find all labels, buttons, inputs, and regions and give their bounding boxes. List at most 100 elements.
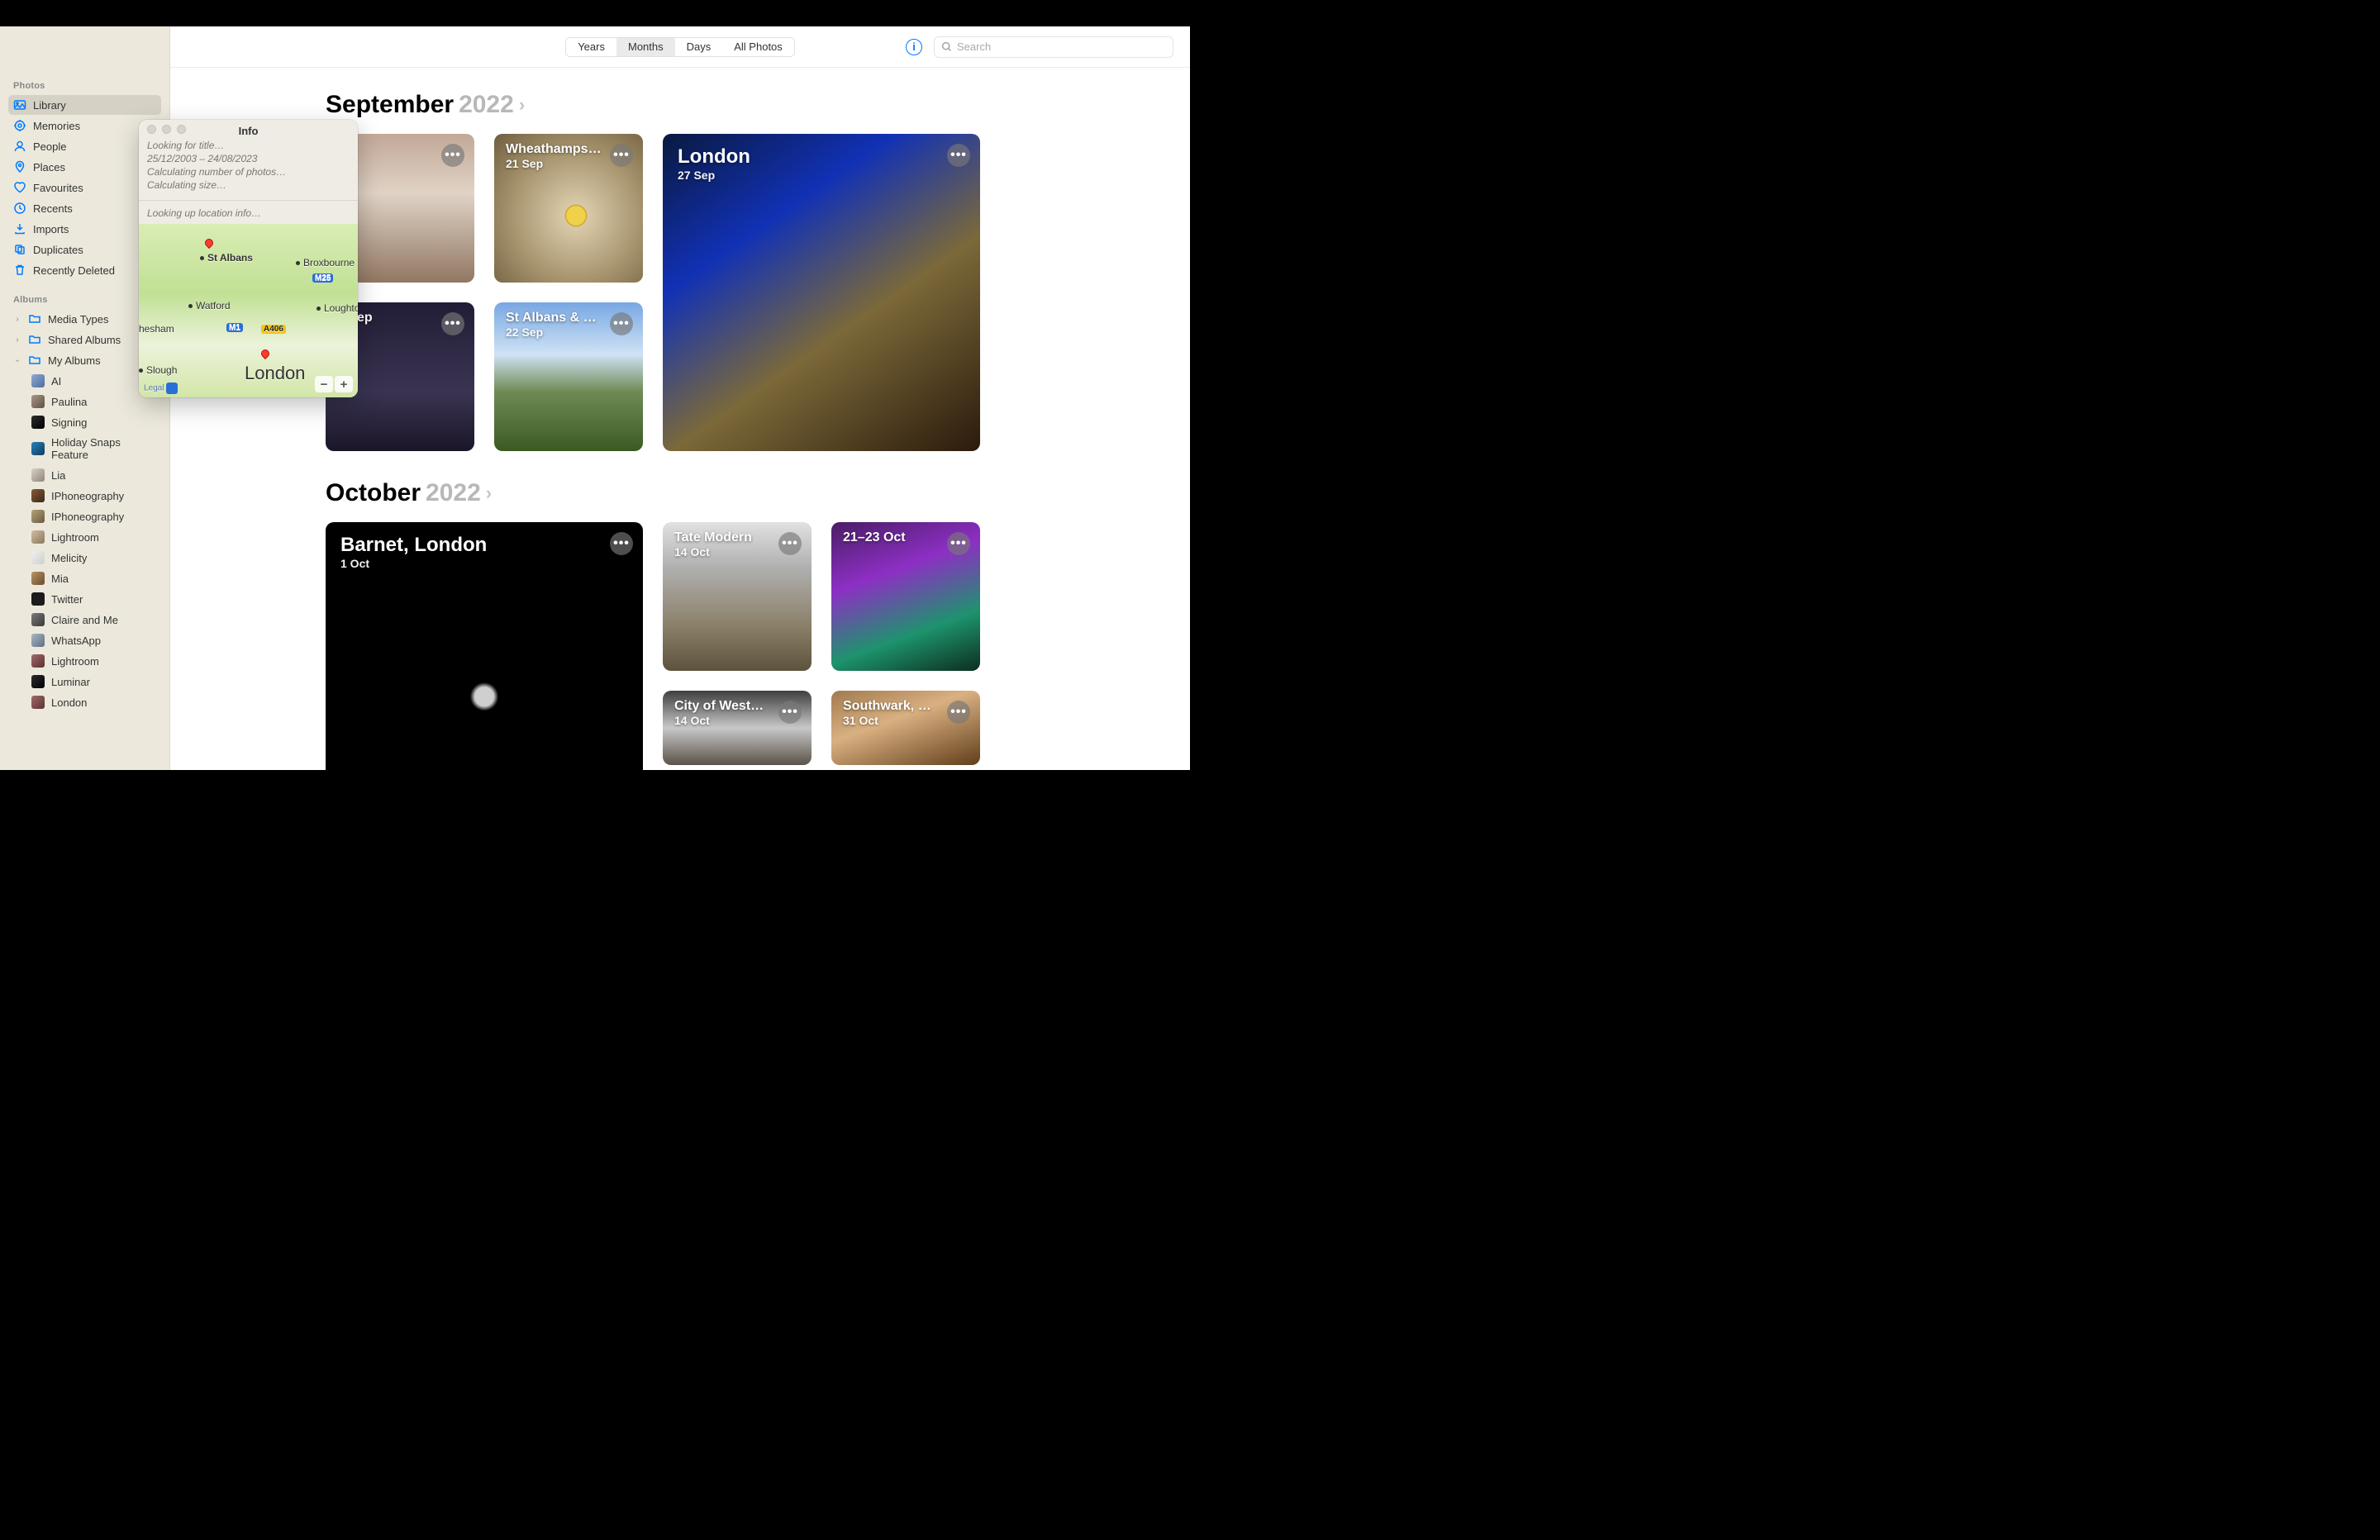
toolbar: Years Months Days All Photos i Search — [170, 26, 1190, 68]
album-thumb — [31, 530, 45, 544]
sidebar-album-item[interactable]: Lightroom — [26, 527, 161, 547]
map-legal[interactable]: Legal — [144, 383, 180, 394]
sidebar-item-label: WhatsApp — [51, 635, 101, 647]
photo-card[interactable]: Southwark, Lo…31 Oct ••• — [831, 691, 980, 765]
month-year: 2022 — [426, 479, 481, 507]
road-shield: A406 — [261, 325, 286, 334]
sidebar-item-label: Library — [33, 99, 66, 112]
sidebar-item-label: AI — [51, 375, 61, 387]
photo-card[interactable]: St Albans & St…22 Sep ••• — [494, 302, 643, 451]
sidebar-album-item[interactable]: WhatsApp — [26, 630, 161, 650]
info-panel[interactable]: Info Looking for title… 25/12/2003 – 24/… — [139, 120, 358, 397]
road-shield: M25 — [312, 273, 333, 283]
map-zoom-out[interactable]: − — [315, 376, 333, 392]
more-button[interactable]: ••• — [610, 532, 633, 555]
info-line: Calculating number of photos… — [147, 165, 350, 178]
view-segmented-control: Years Months Days All Photos — [565, 37, 795, 57]
sidebar-album-item[interactable]: Holiday Snaps Feature — [26, 433, 161, 464]
sidebar-item-label: Recents — [33, 202, 73, 215]
photo-card[interactable]: London27 Sep ••• — [663, 134, 980, 451]
transit-icon — [166, 383, 178, 394]
photo-card[interactable]: Wheathampst…21 Sep ••• — [494, 134, 643, 283]
more-button[interactable]: ••• — [947, 701, 970, 724]
more-button[interactable]: ••• — [947, 532, 970, 555]
tab-days[interactable]: Days — [675, 38, 723, 56]
photo-card[interactable]: Barnet, London1 Oct ••• — [326, 522, 643, 770]
map-label: Slough — [139, 364, 177, 376]
album-thumb — [31, 613, 45, 626]
month-header-september[interactable]: September 2022 › — [326, 91, 1165, 119]
sidebar-album-item[interactable]: Claire and Me — [26, 610, 161, 630]
month-header-october[interactable]: October 2022 › — [326, 479, 1165, 507]
sidebar-item-label: IPhoneography — [51, 490, 124, 502]
album-thumb — [31, 592, 45, 606]
info-line: Calculating size… — [147, 178, 350, 192]
tab-months[interactable]: Months — [616, 38, 675, 56]
search-icon — [941, 41, 952, 52]
sidebar-album-item[interactable]: IPhoneography — [26, 486, 161, 506]
more-button[interactable]: ••• — [610, 144, 633, 167]
road-shield: M1 — [226, 323, 243, 332]
folder-icon — [28, 333, 41, 346]
card-title: St Albans & St… — [506, 311, 602, 326]
photo-card[interactable]: City of Westmi…14 Oct ••• — [663, 691, 812, 765]
sidebar-item-label: Paulina — [51, 396, 87, 408]
info-location-line: Looking up location info… — [139, 202, 358, 224]
sidebar-item-label: Mia — [51, 573, 69, 585]
duplicates-icon — [13, 243, 26, 256]
card-date: 21 Sep — [506, 157, 602, 170]
album-thumb — [31, 572, 45, 585]
map-label: Broxbourne — [296, 257, 355, 269]
sidebar-item-label: Recently Deleted — [33, 264, 115, 277]
map-label-london: London — [245, 363, 305, 384]
map-zoom-in[interactable]: + — [335, 376, 353, 392]
clock-icon — [13, 202, 26, 215]
more-button[interactable]: ••• — [947, 144, 970, 167]
more-button[interactable]: ••• — [778, 701, 802, 724]
album-thumb — [31, 395, 45, 408]
sidebar-item-label: Melicity — [51, 552, 87, 564]
folder-icon — [28, 312, 41, 326]
album-thumb — [31, 468, 45, 482]
photo-card[interactable]: 21–23 Oct ••• — [831, 522, 980, 671]
sidebar-album-item[interactable]: Luminar — [26, 672, 161, 692]
photo-card[interactable]: Tate Modern14 Oct ••• — [663, 522, 812, 671]
map-label: hesham — [139, 323, 174, 335]
map-pin-icon — [259, 348, 271, 359]
search-input[interactable]: Search — [934, 36, 1173, 58]
info-title: Info — [139, 125, 358, 137]
sidebar-item-label: Memories — [33, 120, 80, 132]
sidebar-album-item[interactable]: Mia — [26, 568, 161, 588]
tab-years[interactable]: Years — [566, 38, 616, 56]
sidebar-album-item[interactable]: Twitter — [26, 589, 161, 609]
more-button[interactable]: ••• — [441, 312, 464, 335]
sidebar-album-item[interactable]: London — [26, 692, 161, 712]
more-button[interactable]: ••• — [441, 144, 464, 167]
more-button[interactable]: ••• — [778, 532, 802, 555]
sidebar-item-library[interactable]: Library — [8, 95, 161, 115]
sidebar-album-item[interactable]: Melicity — [26, 548, 161, 568]
month-name: October — [326, 479, 421, 507]
sidebar-album-item[interactable]: Lightroom — [26, 651, 161, 671]
month-name: September — [326, 91, 454, 119]
sidebar-album-item[interactable]: IPhoneography — [26, 506, 161, 526]
sidebar-album-item[interactable]: Lia — [26, 465, 161, 485]
tab-all-photos[interactable]: All Photos — [722, 38, 794, 56]
album-thumb — [31, 442, 45, 455]
sidebar-item-label: Signing — [51, 416, 87, 429]
card-title: Tate Modern — [674, 530, 770, 545]
album-thumb — [31, 696, 45, 709]
card-date: 14 Oct — [674, 545, 770, 558]
sidebar-album-item[interactable]: Signing — [26, 412, 161, 432]
chevron-down-icon: › — [13, 356, 22, 364]
card-title: 21–23 Oct — [843, 530, 939, 545]
map-label: Loughton — [317, 302, 358, 314]
sidebar-item-label: IPhoneography — [51, 511, 124, 523]
heart-icon — [13, 181, 26, 194]
more-button[interactable]: ••• — [610, 312, 633, 335]
info-map[interactable]: St Albans Broxbourne Watford Loughton M2… — [139, 224, 358, 397]
info-button[interactable]: i — [906, 39, 922, 55]
sidebar-item-label: Media Types — [48, 313, 108, 326]
sidebar-item-label: Twitter — [51, 593, 83, 606]
card-title: Wheathampst… — [506, 142, 602, 157]
